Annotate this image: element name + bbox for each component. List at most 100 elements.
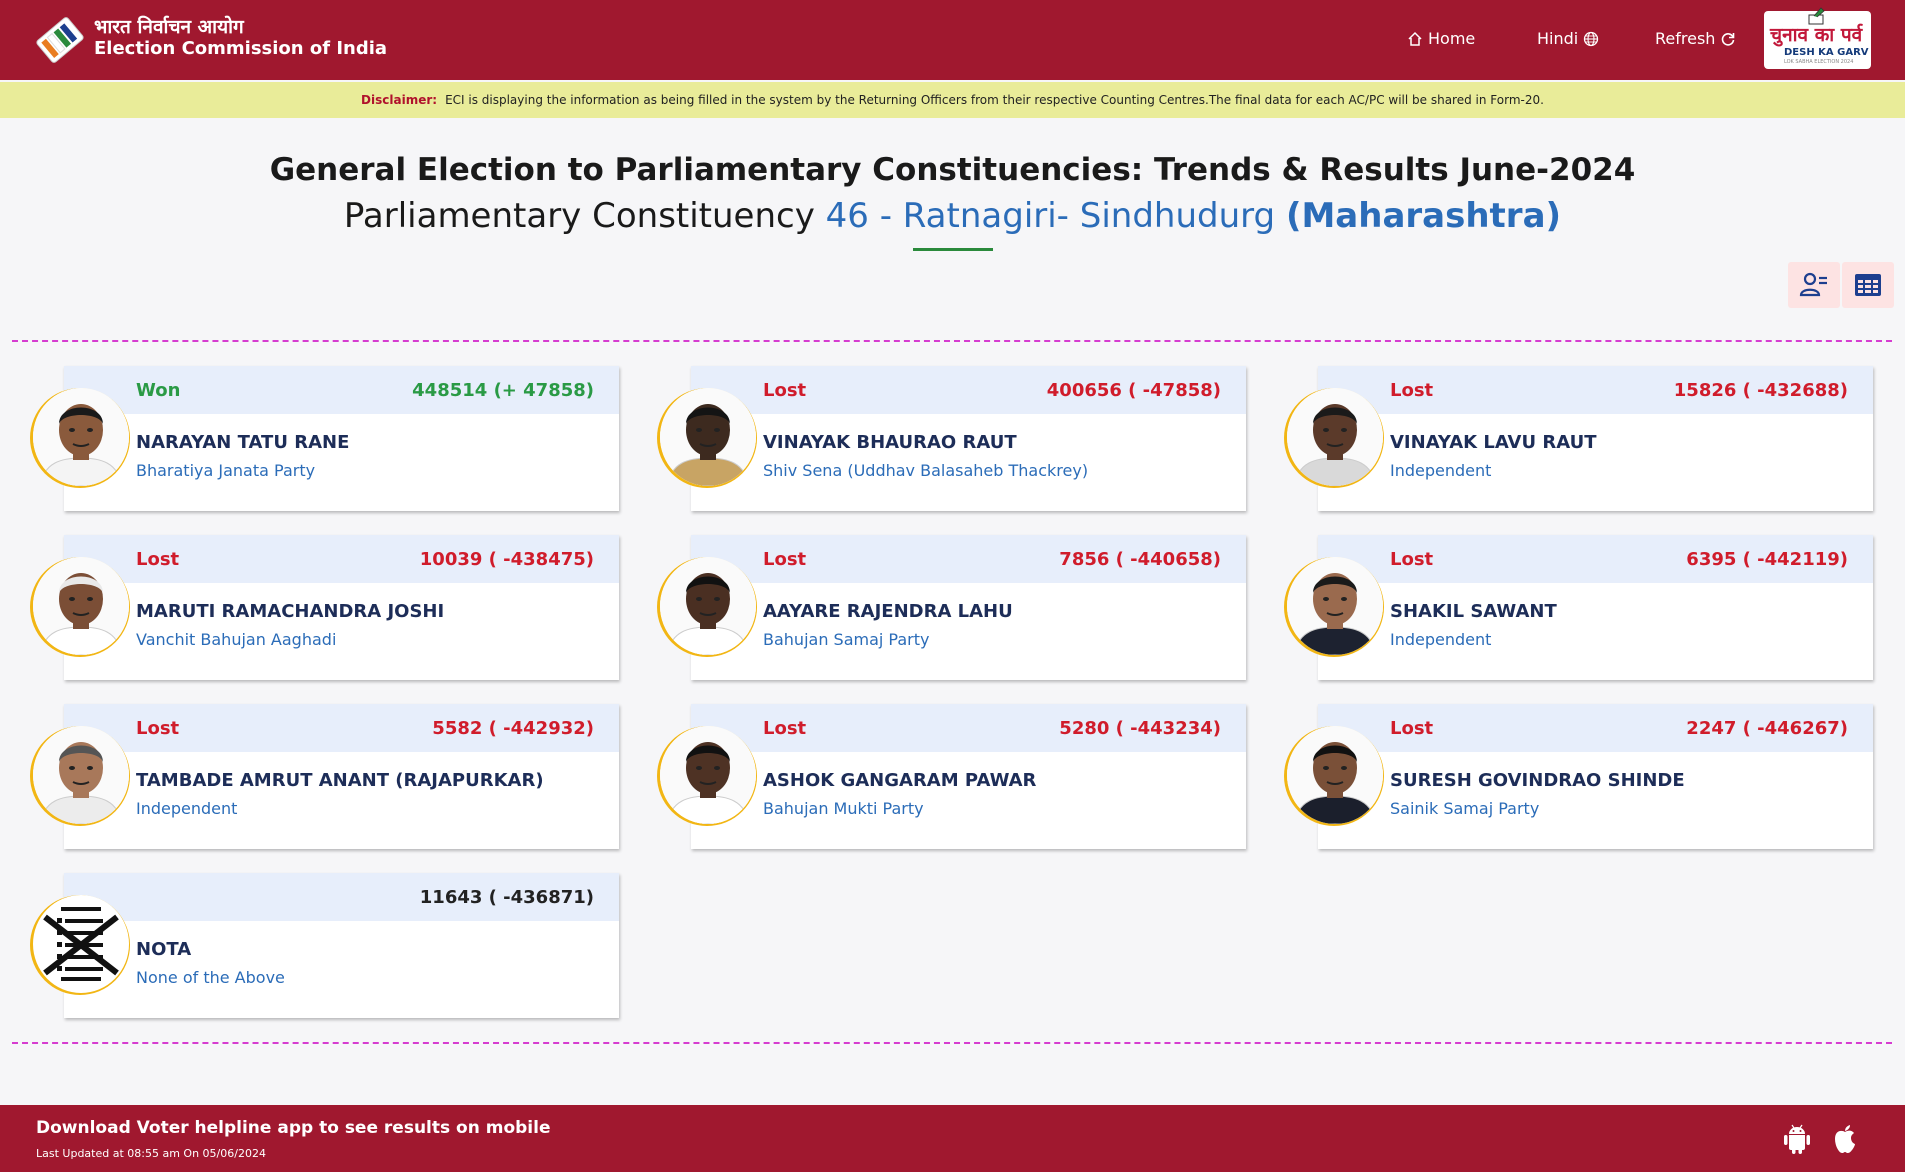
candidate-card-body: Lost 5582 ( -442932) TAMBADE AMRUT ANANT (… xyxy=(64,704,619,849)
vote-count: 7856 ( -440658) xyxy=(1059,549,1221,570)
result-status: Lost xyxy=(763,380,807,401)
candidate-card-body: Lost 15826 ( -432688) VINAYAK LAVU RAUT Ind… xyxy=(1318,366,1873,511)
candidate-card-header: Lost 5280 ( -443234) xyxy=(691,704,1246,752)
candidate-party: Independent xyxy=(1390,461,1492,480)
candidate-party: Bahujan Samaj Party xyxy=(763,630,930,649)
candidate-card-body: Lost 7856 ( -440658) AAYARE RAJENDRA LAHU B… xyxy=(691,535,1246,680)
constituency-title: Parliamentary Constituency 46 - Ratnagir… xyxy=(0,196,1905,236)
home-icon xyxy=(1408,31,1422,46)
section-divider-top xyxy=(12,340,1892,342)
candidate-card-header: Lost 15826 ( -432688) xyxy=(1318,366,1873,414)
chunav-ka-parv-logo[interactable]: चुनाव का पर्व DESH KA GARV LOK SABHA ELE… xyxy=(1764,7,1871,69)
candidate-party: Shiv Sena (Uddhav Balasaheb Thackrey) xyxy=(763,461,1089,480)
table-view-icon xyxy=(1855,274,1881,296)
candidate-party: Independent xyxy=(136,799,238,818)
candidate-card-header: Lost 2247 ( -446267) xyxy=(1318,704,1873,752)
candidate-name: NARAYAN TATU RANE xyxy=(136,432,350,453)
result-status: Lost xyxy=(1390,718,1434,739)
candidate-card[interactable]: Lost 5280 ( -443234) ASHOK GANGARAM PAWAR B… xyxy=(639,704,1246,849)
vote-count: 448514 (+ 47858) xyxy=(412,380,594,401)
candidate-card-header: Lost 10039 ( -438475) xyxy=(64,535,619,583)
candidate-avatar xyxy=(1284,557,1384,657)
vote-count: 5280 ( -443234) xyxy=(1059,718,1221,739)
candidate-card-header: Lost 5582 ( -442932) xyxy=(64,704,619,752)
candidate-card[interactable]: Lost 10039 ( -438475) MARUTI RAMACHANDRA J… xyxy=(12,535,619,680)
eci-logo-icon[interactable] xyxy=(34,14,86,66)
result-status: Lost xyxy=(1390,380,1434,401)
table-view-button[interactable] xyxy=(1842,262,1894,308)
candidate-name: ASHOK GANGARAM PAWAR xyxy=(763,770,1037,791)
candidate-card[interactable]: Lost 5582 ( -442932) TAMBADE AMRUT ANANT (… xyxy=(12,704,619,849)
candidate-card[interactable]: Lost 15826 ( -432688) VINAYAK LAVU RAUT Ind… xyxy=(1266,366,1873,511)
result-status: Lost xyxy=(763,718,807,739)
candidate-name: VINAYAK BHAURAO RAUT xyxy=(763,432,1017,453)
nav-home[interactable]: Home xyxy=(1407,29,1475,48)
candidate-name: VINAYAK LAVU RAUT xyxy=(1390,432,1597,453)
brand-english: Election Commission of India xyxy=(94,38,388,59)
candidate-party: None of the Above xyxy=(136,968,285,987)
candidate-name: SURESH GOVINDRAO SHINDE xyxy=(1390,770,1685,791)
candidate-photo xyxy=(33,388,129,486)
candidate-card-body: Lost 400656 ( -47858) VINAYAK BHAURAO RAUT… xyxy=(691,366,1246,511)
candidate-card[interactable]: Lost 6395 ( -442119) SHAKIL SAWANT Independ… xyxy=(1266,535,1873,680)
nav-refresh[interactable]: Refresh xyxy=(1655,29,1736,48)
candidate-name: NOTA xyxy=(136,939,192,960)
title-underline xyxy=(913,248,993,251)
nota-symbol-icon xyxy=(43,907,119,981)
candidate-card[interactable]: Lost 2247 ( -446267) SURESH GOVINDRAO SHIN… xyxy=(1266,704,1873,849)
candidate-card[interactable]: 11643 ( -436871) NOTA None of the Above xyxy=(12,873,619,1018)
candidate-name: TAMBADE AMRUT ANANT (RAJAPURKAR) xyxy=(136,770,544,791)
candidate-card-body: Lost 10039 ( -438475) MARUTI RAMACHANDRA J… xyxy=(64,535,619,680)
candidate-name: SHAKIL SAWANT xyxy=(1390,601,1557,622)
candidate-card[interactable]: Won 448514 (+ 47858) NARAYAN TATU RANE Bhar… xyxy=(12,366,619,511)
candidate-party: Independent xyxy=(1390,630,1492,649)
candidate-view-button[interactable] xyxy=(1788,262,1840,308)
constituency-prefix: Parliamentary Constituency xyxy=(343,196,815,236)
vote-count: 6395 ( -442119) xyxy=(1686,549,1848,570)
site-header: भारत निर्वाचन आयोग Election Commission o… xyxy=(0,0,1905,80)
candidate-avatar xyxy=(30,726,130,826)
result-status: Lost xyxy=(136,549,180,570)
candidate-card[interactable]: Lost 400656 ( -47858) VINAYAK BHAURAO RAUT… xyxy=(639,366,1246,511)
candidate-card-body: 11643 ( -436871) NOTA None of the Above xyxy=(64,873,619,1018)
candidate-avatar xyxy=(1284,388,1384,488)
vote-count: 11643 ( -436871) xyxy=(419,887,594,908)
globe-icon xyxy=(1584,31,1599,46)
brand-hindi: भारत निर्वाचन आयोग xyxy=(94,16,244,38)
candidate-party: Vanchit Bahujan Aaghadi xyxy=(136,630,337,649)
candidate-card[interactable]: Lost 7856 ( -440658) AAYARE RAJENDRA LAHU B… xyxy=(639,535,1246,680)
apple-icon[interactable] xyxy=(1830,1123,1860,1155)
vote-count: 400656 ( -47858) xyxy=(1046,380,1221,401)
candidate-card-body: Won 448514 (+ 47858) NARAYAN TATU RANE Bhar… xyxy=(64,366,619,511)
disclaimer-bar: Disclaimer: ECI is displaying the inform… xyxy=(0,82,1905,118)
candidate-avatar xyxy=(1284,726,1384,826)
candidate-photo xyxy=(660,726,756,824)
footer-app-promo: Download Voter helpline app to see resul… xyxy=(36,1118,551,1138)
candidate-avatar xyxy=(657,388,757,488)
candidate-photo xyxy=(1287,557,1383,655)
candidate-card-header: Lost 400656 ( -47858) xyxy=(691,366,1246,414)
footer-last-updated: Last Updated at 08:55 am On 05/06/2024 xyxy=(36,1147,266,1160)
disclaimer-label: Disclaimer: xyxy=(361,93,438,107)
nav-home-label: Home xyxy=(1428,29,1476,48)
candidate-card-body: Lost 5280 ( -443234) ASHOK GANGARAM PAWAR B… xyxy=(691,704,1246,849)
badge-sub-text: LOK SABHA ELECTION 2024 xyxy=(1784,59,1854,65)
nav-hindi[interactable]: Hindi xyxy=(1537,29,1599,48)
nav-hindi-label: Hindi xyxy=(1537,29,1579,48)
candidate-card-header: Lost 7856 ( -440658) xyxy=(691,535,1246,583)
candidate-photo xyxy=(660,557,756,655)
site-footer: Download Voter helpline app to see resul… xyxy=(0,1105,1905,1172)
candidate-name: MARUTI RAMACHANDRA JOSHI xyxy=(136,601,445,622)
result-status: Won xyxy=(136,380,181,401)
android-icon[interactable] xyxy=(1782,1123,1812,1155)
vote-count: 10039 ( -438475) xyxy=(419,549,594,570)
result-status: Lost xyxy=(136,718,180,739)
vote-count: 5582 ( -442932) xyxy=(432,718,594,739)
refresh-icon xyxy=(1722,32,1735,46)
candidate-avatar xyxy=(30,388,130,488)
candidate-card-header: Won 448514 (+ 47858) xyxy=(64,366,619,414)
candidate-photo xyxy=(33,726,129,824)
constituency-name: 46 - Ratnagiri- Sindhudurg xyxy=(825,196,1276,236)
badge-english-text: DESH KA GARV xyxy=(1784,47,1869,58)
state-name: (Maharashtra) xyxy=(1285,196,1562,236)
